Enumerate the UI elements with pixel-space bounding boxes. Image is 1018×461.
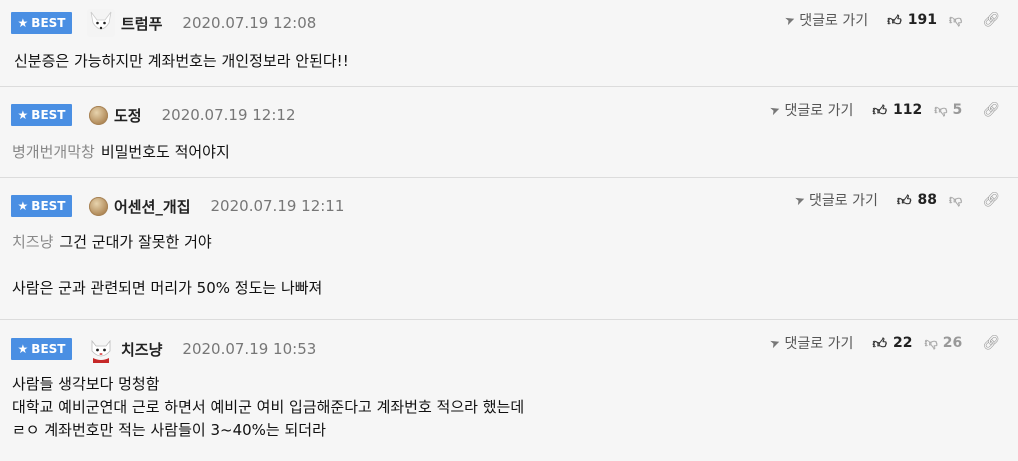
best-badge: ★ BEST xyxy=(11,104,72,126)
comment-text: 사람들 생각보다 멍청함 xyxy=(12,375,160,393)
upvote-button[interactable]: 👍︎ 112 xyxy=(872,102,922,119)
thumbs-down-icon: 👎︎ xyxy=(949,192,963,208)
arrow-icon: ➤ xyxy=(768,334,783,352)
thumbs-down-icon: 👎︎ xyxy=(924,335,938,351)
downvote-button[interactable]: 👎︎ 5 xyxy=(934,102,962,118)
comment-date: 2020.07.19 12:08 xyxy=(182,14,317,32)
comment-text: 사람은 군과 관련되면 머리가 50% 정도는 나빠져 xyxy=(12,279,323,297)
star-icon: ★ xyxy=(17,342,29,356)
mention-tag[interactable]: 치즈냥 xyxy=(12,233,53,251)
downvote-button[interactable]: 👎︎ xyxy=(949,13,962,28)
reply-link[interactable]: ➤ 댓글로 가기 xyxy=(783,10,868,30)
arrow-icon: ➤ xyxy=(783,11,798,29)
comment-text: 신분증은 가능하지만 계좌번호는 개인정보라 안된다!! xyxy=(14,52,349,70)
upvote-button[interactable]: 👍︎ 22 xyxy=(872,335,912,352)
comment-text: 치즈냥 그건 군대가 잘못한 거야 xyxy=(12,233,212,251)
link-icon[interactable]: 🔗︎ xyxy=(982,192,1000,208)
best-badge: ★ BEST xyxy=(11,195,72,217)
best-badge: ★ BEST xyxy=(11,12,72,34)
nickname[interactable]: 어센션_개집 xyxy=(114,196,191,217)
nickname[interactable]: 도정 xyxy=(114,105,142,126)
default-avatar[interactable] xyxy=(89,105,108,125)
comment-date: 2020.07.19 12:11 xyxy=(210,197,345,215)
link-icon[interactable]: 🔗︎ xyxy=(982,102,1000,118)
star-icon: ★ xyxy=(17,16,29,30)
arrow-icon: ➤ xyxy=(768,101,783,119)
reply-link[interactable]: ➤ 댓글로 가기 xyxy=(768,100,853,120)
downvote-button[interactable]: 👎︎ xyxy=(949,193,962,208)
comment-item: ★ BEST 치즈냥 2020.07.19 10:53 ➤ 댓글로 가기 👍︎ 22 … xyxy=(0,320,1018,461)
comment-date: 2020.07.19 10:53 xyxy=(182,340,317,358)
thumbs-up-icon: 👍︎ xyxy=(896,192,912,209)
star-icon: ★ xyxy=(17,199,29,213)
thumbs-down-icon: 👎︎ xyxy=(949,12,963,28)
cat-avatar[interactable] xyxy=(87,335,115,363)
reply-link[interactable]: ➤ 댓글로 가기 xyxy=(792,190,878,210)
comment-item: ★ BEST 트럼푸 2020.07.19 12:08 ➤ 댓글로 가기 👍︎ 191… xyxy=(0,0,1018,87)
comment-item: ★ BEST 도정 2020.07.19 12:12 ➤ 댓글로 가기 👍︎ 112 … xyxy=(0,87,1018,178)
thumbs-up-icon: 👍︎ xyxy=(887,12,902,29)
thumbs-up-icon: 👍︎ xyxy=(872,102,888,119)
comment-item: ★ BEST 어센션_개집 2020.07.19 12:11 ➤ 댓글로 가기 👍︎… xyxy=(0,178,1018,320)
link-icon[interactable]: 🔗︎ xyxy=(982,12,1000,28)
comment-text: 병개번개막창 비밀번호도 적어야지 xyxy=(12,143,230,161)
comment-text: 대학교 예비군연대 근로 하면서 예비군 여비 입금해준다고 계좌번호 적으라 … xyxy=(12,398,525,416)
fox-avatar[interactable] xyxy=(87,9,115,37)
downvote-button[interactable]: 👎︎ 26 xyxy=(925,335,963,351)
upvote-button[interactable]: 👍︎ 88 xyxy=(897,192,937,209)
arrow-icon: ➤ xyxy=(792,191,808,209)
comment-date: 2020.07.19 12:12 xyxy=(161,106,296,124)
star-icon: ★ xyxy=(17,108,29,122)
nickname[interactable]: 트럼푸 xyxy=(121,13,162,34)
thumbs-down-icon: 👎︎ xyxy=(934,102,948,118)
upvote-button[interactable]: 👍︎ 191 xyxy=(887,12,937,29)
nickname[interactable]: 치즈냥 xyxy=(121,339,162,360)
thumbs-up-icon: 👍︎ xyxy=(872,335,888,352)
link-icon[interactable]: 🔗︎ xyxy=(982,335,1000,351)
default-avatar[interactable] xyxy=(89,196,108,216)
mention-tag[interactable]: 병개번개막창 xyxy=(12,143,95,161)
reply-link[interactable]: ➤ 댓글로 가기 xyxy=(768,333,853,353)
comment-text: ㄹㅇ 계좌번호만 적는 사람들이 3~40%는 되더라 xyxy=(12,421,326,439)
best-badge: ★ BEST xyxy=(11,338,72,360)
